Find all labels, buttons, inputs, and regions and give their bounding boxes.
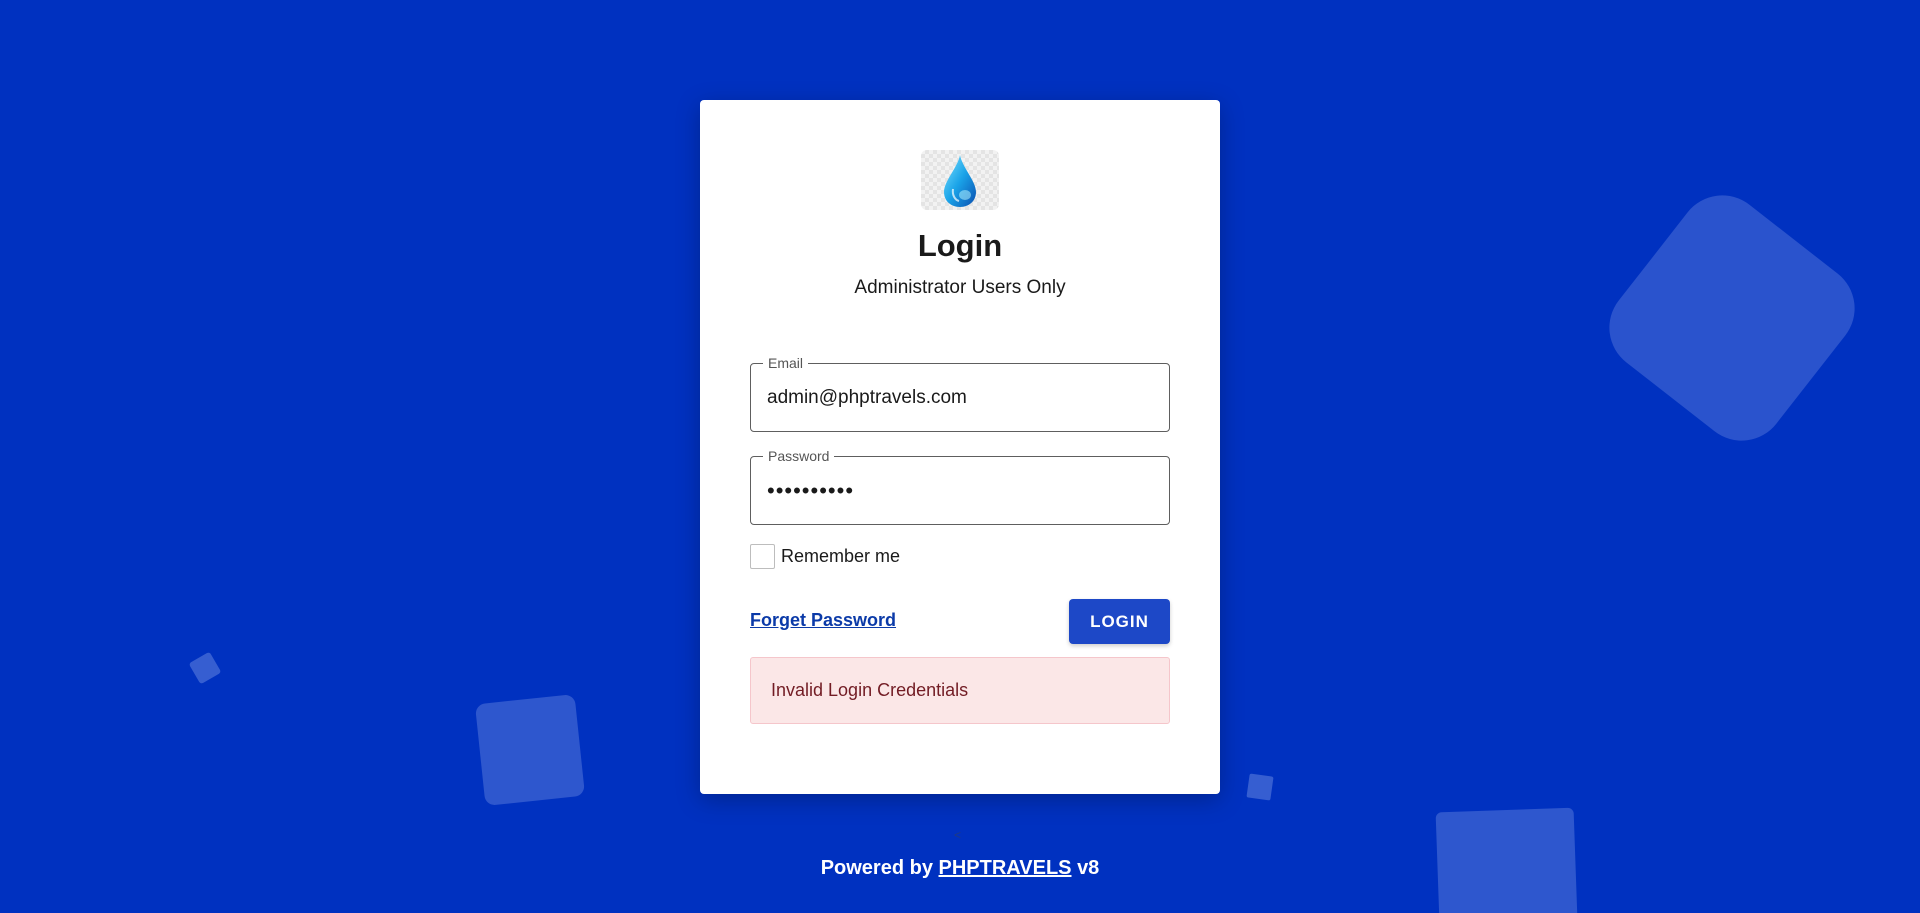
password-field[interactable]: Password: [750, 448, 1170, 525]
login-card: Login Administrator Users Only Email Pas…: [700, 100, 1220, 794]
caret-icon: <: [954, 828, 962, 842]
forget-password-link[interactable]: Forget Password: [750, 610, 896, 631]
logo: [921, 150, 999, 210]
error-alert: Invalid Login Credentials: [750, 657, 1170, 724]
remember-checkbox[interactable]: [750, 543, 775, 569]
email-input[interactable]: [767, 364, 1153, 431]
decor-shape-tiny: [1246, 773, 1274, 801]
login-button[interactable]: LOGIN: [1069, 599, 1170, 644]
footer: Powered by PHPTRAVELS v8: [0, 857, 1920, 880]
remember-label[interactable]: Remember me: [781, 546, 900, 567]
decor-shape-medium: [474, 694, 586, 806]
email-field[interactable]: Email: [750, 355, 1170, 432]
remember-me[interactable]: Remember me: [750, 542, 900, 570]
page-subtitle: Administrator Users Only: [854, 277, 1066, 298]
brand-link[interactable]: PHPTRAVELS: [939, 857, 1072, 879]
page-title: Login: [917, 228, 1003, 263]
decor-shape-small: [188, 651, 222, 685]
decor-shape-large: [1591, 177, 1873, 459]
footer-prefix: Powered by: [820, 857, 933, 879]
error-message: Invalid Login Credentials: [771, 680, 969, 700]
footer-version: v8: [1077, 857, 1100, 879]
password-input[interactable]: [767, 457, 1153, 524]
